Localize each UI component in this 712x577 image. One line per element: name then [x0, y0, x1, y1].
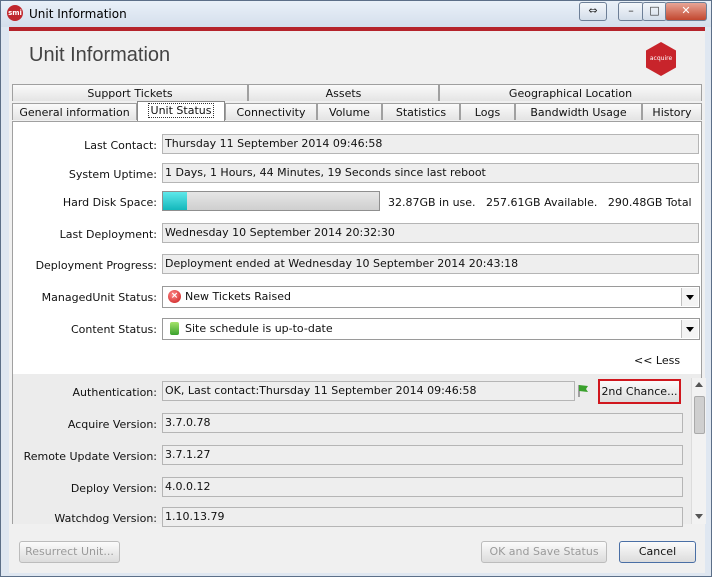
tab-unit-status[interactable]: Unit Status [137, 101, 225, 121]
last-deployment-field[interactable]: Wednesday 10 September 2014 20:32:30 [162, 223, 699, 243]
acquire-version-field[interactable]: 3.7.0.78 [162, 413, 683, 433]
minimize-button[interactable]: – [618, 2, 644, 21]
content-status-select[interactable]: Site schedule is up-to-date [162, 318, 700, 340]
chevron-down-icon[interactable] [681, 288, 698, 306]
title-bar[interactable]: smi Unit Information ⇔ – □ ✕ [1, 1, 711, 27]
less-link[interactable]: << Less [634, 354, 680, 367]
unit-information-window: smi Unit Information ⇔ – □ ✕ Unit Inform… [0, 0, 712, 577]
tab-logs[interactable]: Logs [460, 103, 515, 120]
hard-disk-space-label: Hard Disk Space: [62, 196, 157, 209]
managedunit-status-select[interactable]: × New Tickets Raised [162, 286, 700, 308]
restore-layout-button[interactable]: ⇔ [579, 2, 607, 21]
deploy-version-label: Deploy Version: [70, 482, 157, 495]
last-contact-field[interactable]: Thursday 11 September 2014 09:46:58 [162, 134, 699, 154]
scroll-up-icon[interactable] [695, 382, 703, 387]
header: Unit Information acquire [9, 31, 705, 79]
tab-statistics[interactable]: Statistics [382, 103, 460, 120]
disk-usage-bar [162, 191, 380, 211]
details-section: Authentication: OK, Last contact:Thursda… [13, 374, 701, 527]
authentication-field[interactable]: OK, Last contact:Thursday 11 September 2… [162, 381, 575, 401]
managedunit-status-value: New Tickets Raised [185, 290, 291, 303]
second-chance-button[interactable]: 2nd Chance... [598, 379, 681, 404]
error-icon: × [168, 290, 181, 303]
tab-unit-status-label: Unit Status [147, 103, 215, 118]
unit-status-panel: Last Contact: Thursday 11 September 2014… [12, 121, 706, 527]
flag-icon [578, 384, 588, 397]
ok-and-save-status-button[interactable]: OK and Save Status [481, 541, 607, 563]
resurrect-unit-button[interactable]: Resurrect Unit... [19, 541, 120, 563]
maximize-button[interactable]: □ [642, 2, 667, 21]
deployment-progress-field[interactable]: Deployment ended at Wednesday 10 Septemb… [162, 254, 699, 274]
scroll-down-icon[interactable] [695, 514, 703, 519]
tab-connectivity[interactable]: Connectivity [225, 103, 317, 120]
content-status-label: Content Status: [70, 323, 157, 336]
last-deployment-label: Last Deployment: [59, 228, 157, 241]
acquire-version-label: Acquire Version: [67, 418, 157, 431]
last-contact-label: Last Contact: [84, 139, 157, 152]
app-icon: smi [7, 5, 23, 21]
watchdog-version-field[interactable]: 1.10.13.79 [162, 507, 683, 527]
authentication-label: Authentication: [72, 386, 157, 399]
deployment-progress-label: Deployment Progress: [35, 259, 157, 272]
tab-history[interactable]: History [642, 103, 702, 120]
chevron-down-icon[interactable] [681, 320, 698, 338]
page-title: Unit Information [29, 44, 171, 66]
close-button[interactable]: ✕ [665, 2, 707, 21]
tab-general-information[interactable]: General information [12, 103, 137, 120]
managedunit-status-label: ManagedUnit Status: [41, 291, 157, 304]
deploy-version-field[interactable]: 4.0.0.12 [162, 477, 683, 497]
disk-usage-fill [163, 192, 188, 210]
tab-geographical-location[interactable]: Geographical Location [439, 84, 702, 101]
system-uptime-label: System Uptime: [68, 168, 157, 181]
remote-update-version-field[interactable]: 3.7.1.27 [162, 445, 683, 465]
tab-support-tickets[interactable]: Support Tickets [12, 84, 248, 101]
disk-usage-text: 32.87GB in use. 257.61GB Available. 290.… [388, 196, 692, 209]
tab-volume[interactable]: Volume [317, 103, 382, 120]
cancel-button[interactable]: Cancel [619, 541, 696, 563]
site-status-icon [170, 322, 179, 335]
details-scrollbar[interactable] [691, 378, 706, 524]
tab-bandwidth-usage[interactable]: Bandwidth Usage [515, 103, 642, 120]
window-title: Unit Information [29, 7, 127, 21]
scroll-thumb[interactable] [694, 396, 705, 434]
tab-assets[interactable]: Assets [248, 84, 439, 101]
content-status-value: Site schedule is up-to-date [185, 322, 333, 335]
system-uptime-field[interactable]: 1 Days, 1 Hours, 44 Minutes, 19 Seconds … [162, 163, 699, 183]
acquire-logo: acquire [646, 42, 676, 76]
remote-update-version-label: Remote Update Version: [23, 450, 157, 463]
watchdog-version-label: Watchdog Version: [54, 512, 157, 525]
client-area: Unit Information acquire Support Tickets… [9, 27, 706, 573]
